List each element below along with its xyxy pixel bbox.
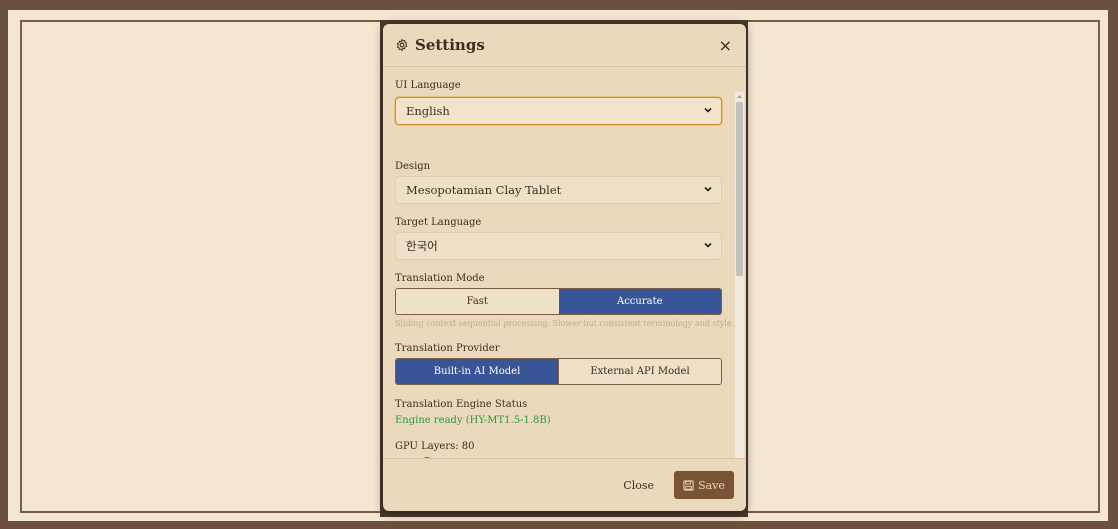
chevron-down-icon [704,107,712,113]
floppy-disk-icon [683,479,694,491]
mode-fast-option[interactable]: Fast [396,289,559,314]
gpu-layers-label: GPU Layers: 80 [395,441,475,452]
mode-accurate-option[interactable]: Accurate [558,289,721,314]
gear-icon [396,38,408,52]
dialog-footer: Close Save [383,458,746,511]
ui-language-value: English [406,104,450,118]
close-button[interactable]: Close [619,471,658,499]
chevron-down-icon [704,186,712,192]
save-label: Save [698,478,725,492]
chevron-down-icon [704,242,712,248]
scroll-thumb[interactable] [736,102,743,276]
scroll-up-arrow-icon[interactable] [735,92,744,101]
translation-provider-toggle: Built-in AI Model External API Model [395,358,722,385]
engine-status-value: Engine ready (HY-MT1.5-1.8B) [395,415,551,426]
save-button[interactable]: Save [674,471,734,499]
design-select[interactable]: Mesopotamian Clay Tablet [395,176,722,204]
translation-mode-hint: Sliding context sequential processing. S… [395,319,735,328]
target-language-label: Target Language [395,217,482,228]
dialog-title: Settings [415,36,485,54]
engine-status-label: Translation Engine Status [395,399,528,410]
settings-dialog: Settings × UI Language English Design Me… [383,24,746,511]
target-language-select[interactable]: 한국어 [395,232,722,260]
dialog-body[interactable]: UI Language English Design Mesopotamian … [383,68,746,459]
provider-external-option[interactable]: External API Model [558,359,721,384]
dialog-header: Settings × [383,24,746,67]
design-label: Design [395,161,431,172]
design-value: Mesopotamian Clay Tablet [406,183,562,197]
translation-provider-label: Translation Provider [395,343,500,354]
ui-language-label: UI Language [395,80,461,91]
target-language-value: 한국어 [406,239,438,253]
provider-builtin-option[interactable]: Built-in AI Model [396,359,558,384]
dialog-scrollbar[interactable] [735,92,744,459]
translation-mode-toggle: Fast Accurate [395,288,722,315]
ui-language-select[interactable]: English [395,97,722,125]
close-icon[interactable]: × [719,36,732,55]
translation-mode-label: Translation Mode [395,273,485,284]
